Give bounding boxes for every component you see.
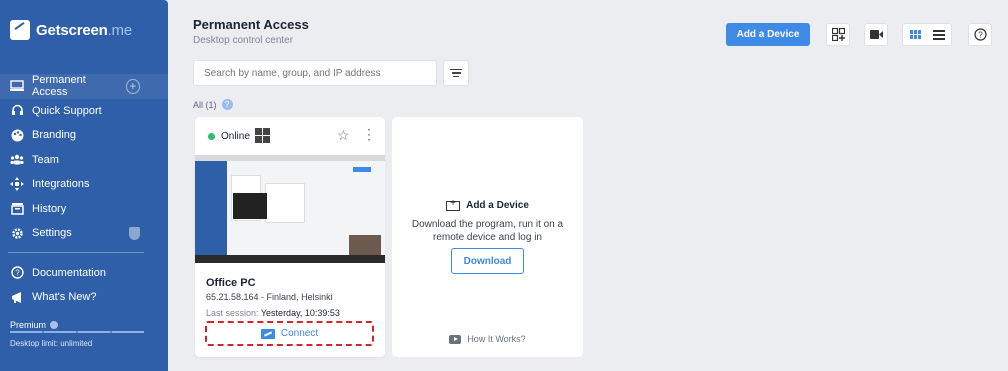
download-button[interactable]: Download [451,248,524,274]
sidebar-item-history[interactable]: History [0,197,168,222]
how-it-works-link[interactable]: How It Works? [392,334,583,344]
sidebar-item-label: Settings [32,227,72,240]
add-device-card: Add a Device Download the program, run i… [392,117,583,357]
brand-name: Getscreen.me [36,22,132,39]
device-name: Office PC [206,277,256,289]
svg-text:?: ? [15,269,20,278]
video-play-icon [449,334,462,344]
list-icon [933,29,945,40]
qr-code-icon [831,28,845,41]
grid-icon [909,30,921,39]
last-session-value: Yesterday, 10:39:53 [260,308,340,318]
headset-icon [10,104,24,118]
logo[interactable]: Getscreen.me [10,20,132,40]
device-status: Online [208,131,250,142]
device-card[interactable]: Online ☆ ⋮ Office PC 65.21.58.164 - Finl… [195,117,385,357]
sidebar-item-label: Documentation [32,266,106,279]
online-dot [208,133,215,140]
add-device-title: Add a Device [392,198,583,211]
question-icon: ? [973,28,987,41]
sidebar-item-label: What's New? [32,291,97,304]
add-device-button[interactable]: Add a Device [726,23,810,46]
sidebar-nav: Permanent Access + Quick Support Brandin… [0,74,168,310]
premium-label: Premium [10,320,59,330]
sidebar-item-integrations[interactable]: Integrations [0,172,168,197]
add-device-description: Download the program, run it on a remote… [411,219,564,243]
sidebar-item-label: Branding [32,129,77,142]
sidebar-item-whats-new[interactable]: What's New? [0,285,168,310]
gear-icon [10,226,24,240]
star-icon[interactable]: ☆ [337,127,350,144]
palette-icon [10,128,24,142]
brand-tld: .me [107,21,133,39]
video-button[interactable] [864,23,888,46]
device-screenshot-thumbnail[interactable] [195,155,385,263]
windows-icon [255,128,270,143]
megaphone-icon [10,290,24,304]
group-count: All (1) [193,99,217,110]
qr-code-button[interactable] [826,23,850,46]
monitor-icon [10,79,24,93]
connect-button[interactable]: Connect [205,321,374,346]
video-camera-icon [869,30,883,39]
filter-icon [450,68,462,71]
sidebar-item-label: Integrations [32,178,90,191]
svg-text:?: ? [978,31,983,40]
sidebar-item-settings[interactable]: Settings [0,221,168,246]
page-subtitle: Desktop control center [193,35,294,46]
page-title: Permanent Access [193,17,309,32]
add-circle-icon[interactable]: + [125,78,140,94]
device-ip-location: 65.21.58.164 - Finland, Helsinki [206,292,333,302]
search-input[interactable] [193,60,437,86]
add-monitor-icon [446,198,461,211]
info-icon[interactable] [50,321,59,329]
desktop-limit-text: Desktop limit: unlimited [10,339,93,348]
connect-icon [260,328,275,339]
help-icon[interactable]: ? [221,99,233,110]
status-text: Online [221,131,250,142]
sidebar-item-label: Permanent Access [32,74,86,99]
shield-icon [129,226,140,240]
history-icon [10,202,24,216]
team-icon [10,153,24,167]
more-options-icon[interactable]: ⋮ [362,126,376,143]
brand-text: Getscreen [36,21,108,39]
device-last-session: Last session: Yesterday, 10:39:53 [206,308,340,318]
list-view-button[interactable] [927,24,951,45]
desktop-limit-bar [10,331,144,333]
connect-label: Connect [280,328,319,339]
sidebar-item-branding[interactable]: Branding [0,123,168,148]
grid-view-button[interactable] [903,24,927,45]
sidebar: Getscreen.me Permanent Access + Quick Su… [0,0,168,371]
sidebar-divider [8,251,144,253]
help-button[interactable]: ? [968,23,992,46]
sidebar-item-label: History [32,202,67,215]
sidebar-item-label: Team [32,153,59,166]
view-toggle [902,23,952,46]
sidebar-item-team[interactable]: Team [0,148,168,173]
sidebar-item-label: Quick Support [32,104,102,117]
sidebar-item-quick-support[interactable]: Quick Support [0,99,168,124]
premium-text: Premium [10,320,47,330]
sidebar-item-documentation[interactable]: ? Documentation [0,261,168,286]
sidebar-item-permanent-access[interactable]: Permanent Access + [0,74,168,99]
group-filter-label[interactable]: All (1) ? [193,99,233,110]
filter-button[interactable] [443,60,469,86]
integrations-icon [10,177,24,192]
question-icon: ? [10,266,24,280]
logo-icon [10,20,30,40]
